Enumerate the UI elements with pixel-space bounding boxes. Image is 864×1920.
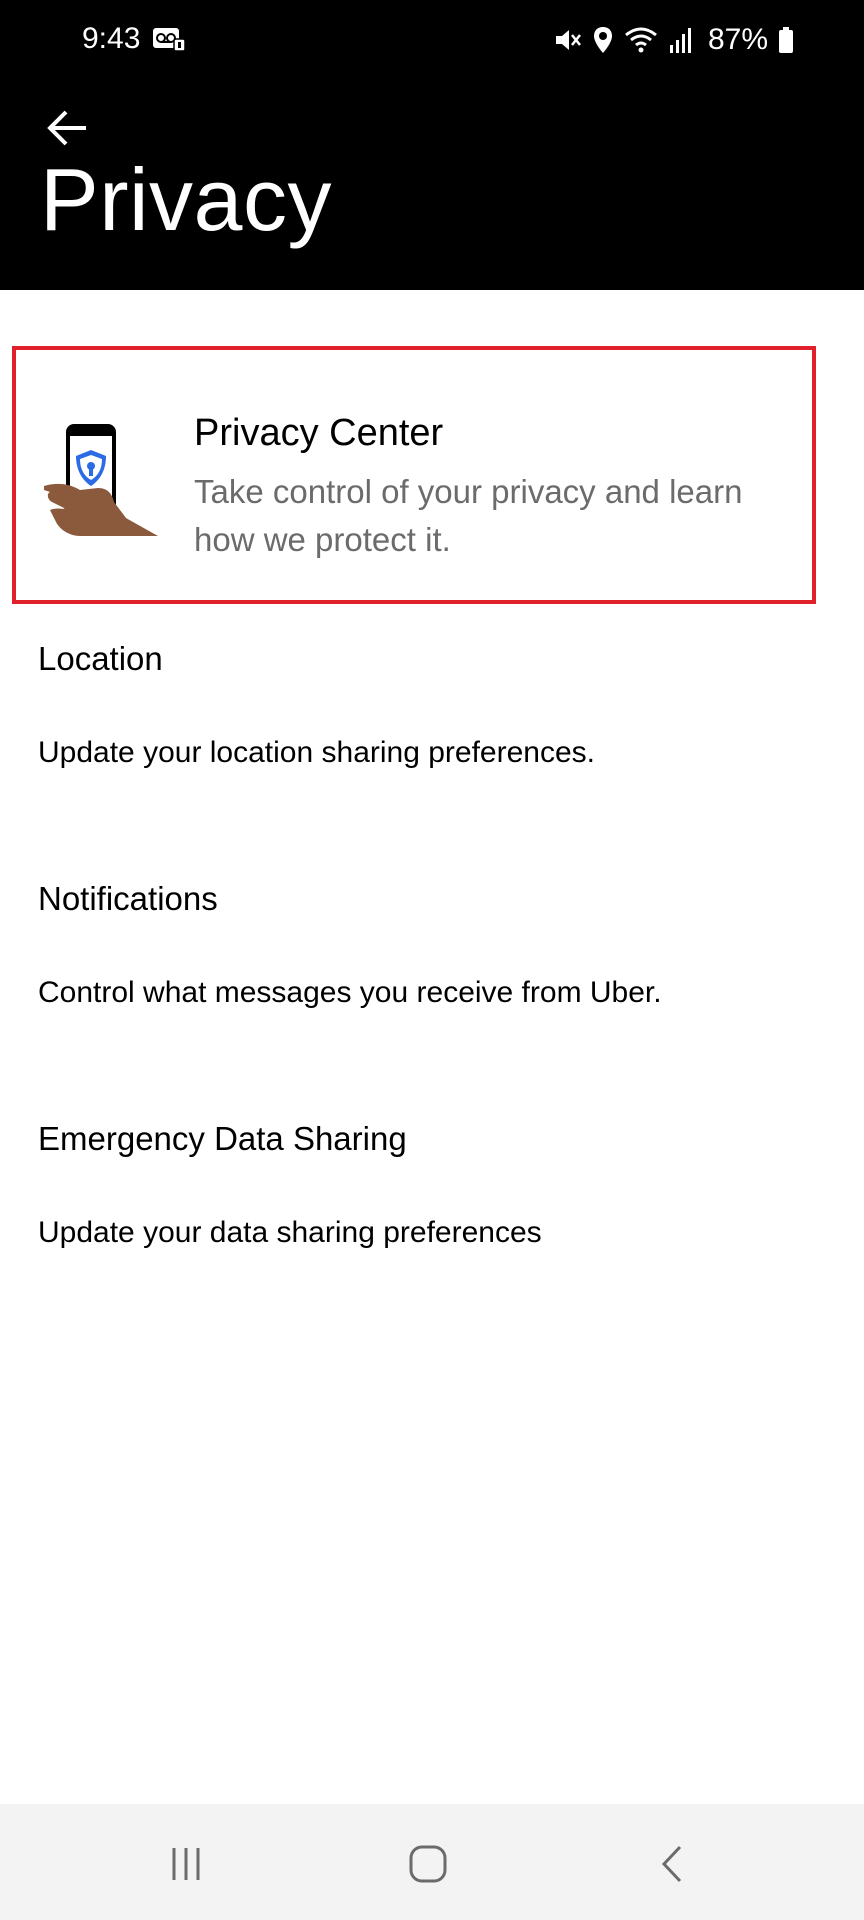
notifications-description: Control what messages you receive from U…	[38, 976, 662, 1009]
page-title: Privacy	[40, 150, 332, 249]
privacy-center-title: Privacy Center	[194, 412, 444, 454]
home-button[interactable]	[388, 1834, 468, 1894]
location-title: Location	[38, 640, 163, 677]
back-button[interactable]	[40, 100, 96, 156]
status-bar: 9:43 87%	[0, 0, 864, 78]
emergency-data-sharing-description: Update your data sharing preferences	[38, 1216, 542, 1249]
battery-percent: 87%	[707, 23, 768, 56]
privacy-center-description: Take control of your privacy and learn h…	[194, 473, 743, 558]
wifi-icon	[624, 25, 658, 55]
arrow-left-icon	[47, 110, 86, 146]
privacy-center-card[interactable]: Privacy Center Take control of your priv…	[12, 346, 816, 604]
notifications-setting[interactable]: Notifications Control what messages you …	[0, 880, 864, 1100]
privacy-phone-illustration	[40, 424, 170, 554]
location-description: Update your location sharing preferences…	[38, 736, 595, 769]
recent-apps-button[interactable]	[146, 1834, 226, 1894]
location-setting[interactable]: Location Update your location sharing pr…	[0, 640, 864, 860]
notifications-title: Notifications	[38, 880, 218, 917]
signal-icon	[668, 25, 694, 55]
emergency-data-sharing-title: Emergency Data Sharing	[38, 1120, 407, 1157]
emergency-data-sharing-setting[interactable]: Emergency Data Sharing Update your data …	[0, 1120, 864, 1340]
header: 9:43 87% Privacy	[0, 0, 864, 290]
status-icons: 87%	[552, 20, 794, 60]
home-icon	[409, 1845, 447, 1883]
status-time: 9:43	[82, 22, 141, 55]
voicemail-icon	[152, 26, 186, 52]
mute-icon	[552, 25, 582, 55]
battery-icon	[778, 26, 794, 54]
back-icon	[661, 1845, 682, 1883]
location-icon	[592, 25, 614, 55]
recent-apps-icon	[172, 1848, 200, 1880]
system-nav-bar	[0, 1804, 864, 1920]
system-back-button[interactable]	[632, 1834, 712, 1894]
